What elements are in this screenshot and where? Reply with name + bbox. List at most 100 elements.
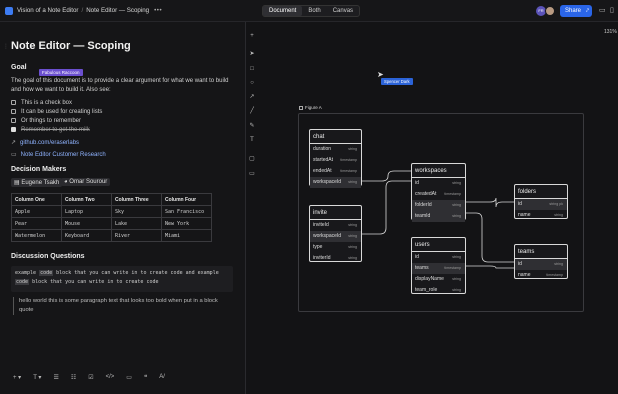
link-github[interactable]: ↗ github.com/eraserlabs xyxy=(11,139,79,146)
avatar-photo[interactable] xyxy=(545,6,555,16)
table-row: Apple Laptop Sky San Francisco xyxy=(11,205,212,218)
bullet-list-icon[interactable]: ☰ xyxy=(47,372,64,386)
code-text: example xyxy=(15,270,37,276)
more-options-icon[interactable]: ••• xyxy=(154,7,162,14)
table-header[interactable]: Column Two xyxy=(61,193,112,206)
checklist-item[interactable]: Or things to remember xyxy=(11,118,81,124)
checklist-item[interactable]: Remember to get the milk xyxy=(11,127,90,133)
field-type: string xyxy=(348,147,357,151)
table-header[interactable]: Column One xyxy=(11,193,62,206)
table-header-row: Column One Column Two Column Three Colum… xyxy=(11,193,212,206)
table-header[interactable]: Column Four xyxy=(161,193,212,206)
comment-icon[interactable]: ▭ xyxy=(599,6,606,14)
checklist-item[interactable]: It can be used for creating lists xyxy=(11,109,102,115)
checklist-item[interactable]: This is a check box xyxy=(11,100,72,106)
field-type: string xyxy=(452,255,461,259)
goal-heading[interactable]: Goal xyxy=(11,64,27,71)
entity-title: teams xyxy=(515,245,567,259)
document-icon: ▭ xyxy=(11,152,17,158)
share-button[interactable]: Share ⤤ xyxy=(560,5,592,17)
table-cell[interactable]: Sky xyxy=(111,205,162,218)
checklist-icon[interactable]: ☑ xyxy=(82,372,99,386)
table-cell[interactable]: Watermelon xyxy=(11,229,62,242)
breadcrumb: Vision of a Note Editor / Note Editor — Sc… xyxy=(17,7,162,14)
link-text: github.com/eraserlabs xyxy=(20,140,80,146)
frame-label[interactable]: Figure A xyxy=(299,105,322,110)
checkbox[interactable] xyxy=(11,109,16,114)
pen-icon[interactable]: ✎ xyxy=(248,122,256,130)
numbered-list-icon[interactable]: ☷ xyxy=(65,372,82,386)
tab-canvas[interactable]: Canvas xyxy=(327,6,359,16)
entity-field: workspaceId string xyxy=(310,231,361,242)
tab-document[interactable]: Document xyxy=(263,6,303,16)
entity-field: team_role string xyxy=(412,285,465,296)
page-title[interactable]: Note Editor — Scoping xyxy=(11,40,131,52)
entity-invite[interactable]: invite inviteId string workspaceId string … xyxy=(309,205,362,262)
frame-icon[interactable]: ▢ xyxy=(248,155,256,163)
field-name: type xyxy=(313,244,323,250)
breadcrumb-item-file[interactable]: Note Editor — Scoping xyxy=(86,7,149,14)
code-text: block that you can write in to create co… xyxy=(56,270,219,276)
link-customer-research[interactable]: ▭ Note Editor Customer Research xyxy=(11,151,106,158)
quote-icon[interactable]: ❝ xyxy=(138,372,153,386)
checklist-text: Remember to get the milk xyxy=(21,127,90,133)
entity-field: createdAt timestamp xyxy=(412,189,465,200)
comment-icon[interactable]: ▭ xyxy=(248,170,256,178)
table-cell[interactable]: San Francisco xyxy=(161,205,212,218)
field-name: duration xyxy=(313,146,332,152)
code-block[interactable]: example code block that you can write in… xyxy=(11,266,233,292)
discussion-heading[interactable]: Discussion Questions xyxy=(11,253,85,260)
block-quote[interactable]: hello world this is some paragraph text … xyxy=(13,297,233,315)
breadcrumb-item-workspace[interactable]: Vision of a Note Editor xyxy=(17,7,78,14)
table-cell[interactable]: Laptop xyxy=(61,205,112,218)
sidebar-toggle-icon[interactable]: ▯ xyxy=(610,6,614,14)
table-cell[interactable]: Lake xyxy=(111,217,162,230)
circle-icon[interactable]: ○ xyxy=(248,79,256,87)
checkbox-checked[interactable] xyxy=(11,127,16,132)
frame-label-text: Figure A xyxy=(305,105,322,110)
entity-teams[interactable]: teams id string name timestamp xyxy=(514,244,568,279)
checkbox[interactable] xyxy=(11,118,16,123)
plus-icon[interactable]: + xyxy=(248,32,256,40)
checklist-text: This is a check box xyxy=(21,100,73,106)
entity-chat[interactable]: chat duration string startedAt timestamp e… xyxy=(309,129,362,188)
entity-folders[interactable]: folders id string pk name string xyxy=(514,184,568,219)
field-name: inviteId xyxy=(313,222,329,228)
arrow-icon[interactable]: ↗ xyxy=(248,93,256,101)
clear-format-icon[interactable]: A/ xyxy=(153,372,171,386)
zoom-level[interactable]: 131% xyxy=(604,29,617,35)
checkbox[interactable] xyxy=(11,100,16,105)
code-line: code block that you can write in to crea… xyxy=(15,278,229,287)
table-cell[interactable]: Pear xyxy=(11,217,62,230)
table-cell[interactable]: Miami xyxy=(161,229,212,242)
rectangle-icon[interactable]: □ xyxy=(248,65,256,73)
insert-block-button[interactable]: + ▾ xyxy=(7,372,27,386)
goal-paragraph[interactable]: The goal of this document is to provide … xyxy=(11,77,231,95)
line-icon[interactable]: ╱ xyxy=(248,107,256,115)
app-logo-icon[interactable] xyxy=(5,7,13,15)
field-name: id xyxy=(518,201,522,207)
table-cell[interactable]: Mouse xyxy=(61,217,112,230)
text-icon[interactable]: T xyxy=(248,136,256,144)
tab-both[interactable]: Both xyxy=(302,6,326,16)
text-style-button[interactable]: T ▾ xyxy=(27,372,47,386)
mention-chip[interactable]: ▤ Eugene Tsakh xyxy=(11,178,63,187)
field-type: string pk xyxy=(549,202,563,206)
decision-makers-heading[interactable]: Decision Makers xyxy=(11,166,66,173)
code-icon[interactable]: </> xyxy=(100,372,121,386)
entity-workspaces[interactable]: workspaces id string createdAt timestamp f… xyxy=(411,163,466,222)
table-cell[interactable]: Apple xyxy=(11,205,62,218)
table-header[interactable]: Column Three xyxy=(111,193,162,206)
entity-title: users xyxy=(412,238,465,252)
table-icon[interactable]: ▭ xyxy=(120,372,138,386)
frame-icon xyxy=(299,106,303,110)
mention-chip[interactable]: ◕ Omar Sourour xyxy=(61,178,111,186)
table-cell[interactable]: Keyboard xyxy=(61,229,112,242)
view-switcher: Document Both Canvas xyxy=(262,5,361,17)
field-type: timestamp xyxy=(340,158,357,162)
entity-users[interactable]: users id string teams timestamp displayNam… xyxy=(411,237,466,294)
field-type: timestamp xyxy=(444,266,461,270)
pointer-icon[interactable]: ➤ xyxy=(248,50,256,58)
table-cell[interactable]: River xyxy=(111,229,162,242)
table-cell[interactable]: New York xyxy=(161,217,212,230)
